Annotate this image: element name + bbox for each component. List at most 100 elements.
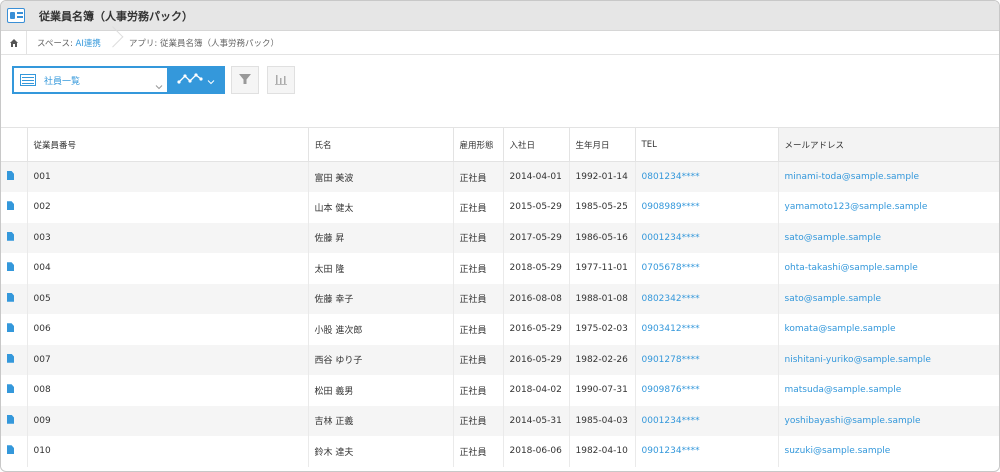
cell-name: 佐藤 幸子 bbox=[308, 283, 454, 314]
view-selector[interactable]: 社員一覧 bbox=[12, 66, 169, 94]
cell-joined: 2016-08-08 bbox=[503, 283, 570, 314]
cell-id: 005 bbox=[27, 283, 309, 314]
cell-email[interactable]: suzuki@sample.sample bbox=[778, 436, 999, 467]
record-detail-cell[interactable] bbox=[1, 222, 28, 253]
cell-tel[interactable]: 0903412**** bbox=[635, 314, 779, 345]
chart-button[interactable] bbox=[267, 66, 295, 94]
chevron-down-icon bbox=[155, 76, 163, 90]
cell-tel[interactable]: 0001234**** bbox=[635, 405, 779, 436]
cell-id: 009 bbox=[27, 405, 309, 436]
table-row[interactable]: 004 太田 隆正社員 2018-05-29 1977-11-01 0705678***… bbox=[1, 253, 999, 284]
document-icon[interactable] bbox=[7, 414, 14, 424]
column-header[interactable]: TEL bbox=[635, 127, 779, 162]
cell-joined: 2014-04-01 bbox=[503, 161, 570, 192]
column-header[interactable]: メールアドレス bbox=[778, 127, 999, 162]
cell-birth: 1988-01-08 bbox=[569, 283, 636, 314]
record-detail-cell[interactable] bbox=[1, 314, 28, 345]
document-icon[interactable] bbox=[7, 323, 14, 333]
cell-email[interactable]: ohta-takashi@sample.sample bbox=[778, 253, 999, 284]
cell-name: 鈴木 達夫 bbox=[308, 436, 454, 467]
cell-name: 太田 隆 bbox=[308, 253, 454, 284]
cell-email[interactable]: sato@sample.sample bbox=[778, 283, 999, 314]
cell-joined: 2018-04-02 bbox=[503, 375, 570, 406]
cell-tel[interactable]: 0001234**** bbox=[635, 222, 779, 253]
cell-id: 002 bbox=[27, 192, 309, 223]
cell-type: 正社員 bbox=[453, 283, 504, 314]
table-row[interactable]: 005 佐藤 幸子 正社員 2016-08-08 1988-01-08 0802342**… bbox=[1, 283, 999, 314]
document-icon[interactable] bbox=[7, 171, 14, 180]
table-row[interactable]: 002 山本 健太 正社員 2015-05-29 1985-05-25 0908989**… bbox=[1, 192, 999, 223]
cell-name: 松田 義男 bbox=[308, 375, 454, 406]
column-header[interactable]: 氏名 bbox=[308, 127, 454, 162]
column-header[interactable]: 従業員番号 bbox=[27, 127, 309, 162]
record-detail-cell[interactable] bbox=[1, 192, 28, 223]
table-header-row: 従業員番号 氏名 雇用形態 入社日 生年月日 TEL メールアドレス bbox=[1, 127, 999, 162]
bar-chart-icon bbox=[274, 71, 288, 90]
cell-name: 吉林 正義 bbox=[308, 405, 454, 436]
line-graph-icon bbox=[177, 71, 203, 90]
cell-tel[interactable]: 0901278**** bbox=[635, 344, 779, 375]
document-icon[interactable] bbox=[7, 262, 14, 272]
document-icon[interactable] bbox=[7, 445, 14, 455]
cell-joined: 2016-05-29 bbox=[503, 314, 570, 345]
cell-type: 正社員 bbox=[453, 192, 504, 223]
table-row[interactable]: 006 小股 進次郎 正社員 2016-05-29 1975-02-03 0903412*… bbox=[1, 314, 999, 345]
cell-name: 小股 進次郎 bbox=[308, 314, 454, 345]
document-icon[interactable] bbox=[7, 353, 14, 363]
cell-tel[interactable]: 0705678**** bbox=[635, 253, 779, 284]
cell-tel[interactable]: 0801234**** bbox=[635, 161, 779, 192]
filter-button[interactable] bbox=[231, 66, 259, 94]
graph-view-button[interactable] bbox=[167, 66, 225, 94]
table-row[interactable]: 007 西谷 ゆり子 正社員 2016-05-29 1982-02-26 0901278*… bbox=[1, 344, 999, 375]
cell-tel[interactable]: 0901234**** bbox=[635, 436, 779, 467]
cell-id: 006 bbox=[27, 314, 309, 345]
app-header: 従業員名簿（人事労務パック） bbox=[1, 1, 999, 31]
cell-id: 003 bbox=[27, 222, 309, 253]
cell-email[interactable]: matsuda@sample.sample bbox=[778, 375, 999, 406]
record-detail-cell[interactable] bbox=[1, 253, 28, 284]
cell-type: 正社員 bbox=[453, 222, 504, 253]
cell-id: 004 bbox=[27, 253, 309, 284]
record-detail-cell[interactable] bbox=[1, 283, 28, 314]
home-icon[interactable] bbox=[1, 30, 27, 55]
table-row[interactable]: 010 鈴木 達夫 正社員 2018-06-06 1982-04-10 0901234**… bbox=[1, 436, 999, 467]
cell-email[interactable]: komata@sample.sample bbox=[778, 314, 999, 345]
document-icon[interactable] bbox=[7, 231, 14, 241]
document-icon[interactable] bbox=[7, 384, 14, 394]
cell-email[interactable]: yoshibayashi@sample.sample bbox=[778, 405, 999, 436]
table-row[interactable]: 003 佐藤 昇正社員 2017-05-29 1986-05-16 0001234***… bbox=[1, 222, 999, 253]
breadcrumb-app[interactable]: アプリ: 従業員名簿（人事労務パック） bbox=[119, 37, 289, 49]
cell-email[interactable]: sato@sample.sample bbox=[778, 222, 999, 253]
cell-tel[interactable]: 0802342**** bbox=[635, 283, 779, 314]
table-row[interactable]: 001 富田 美波 正社員 2014-04-01 1992-01-14 0801234**… bbox=[1, 161, 999, 192]
table-row[interactable]: 008 松田 義男 正社員 2018-04-02 1990-07-31 0909876**… bbox=[1, 375, 999, 406]
filter-icon bbox=[238, 71, 252, 90]
column-header[interactable]: 生年月日 bbox=[569, 127, 636, 162]
breadcrumb: スペース: AI連携 アプリ: 従業員名簿（人事労務パック） bbox=[1, 30, 999, 55]
cell-type: 正社員 bbox=[453, 436, 504, 467]
record-detail-cell[interactable] bbox=[1, 375, 28, 406]
cell-email[interactable]: nishitani-yuriko@sample.sample bbox=[778, 344, 999, 375]
cell-email[interactable]: yamamoto123@sample.sample bbox=[778, 192, 999, 223]
app-icon[interactable] bbox=[7, 8, 25, 23]
document-icon[interactable] bbox=[7, 292, 14, 302]
cell-birth: 1985-05-25 bbox=[569, 192, 636, 223]
record-detail-cell[interactable] bbox=[1, 436, 28, 467]
cell-id: 007 bbox=[27, 344, 309, 375]
cell-joined: 2015-05-29 bbox=[503, 192, 570, 223]
record-detail-cell[interactable] bbox=[1, 161, 28, 192]
app-window: 従業員名簿（人事労務パック） スペース: AI連携 アプリ: 従業員名簿（人事労… bbox=[0, 0, 1000, 472]
record-detail-cell[interactable] bbox=[1, 405, 28, 436]
column-header[interactable]: 雇用形態 bbox=[453, 127, 504, 162]
cell-tel[interactable]: 0908989**** bbox=[635, 192, 779, 223]
cell-name: 山本 健太 bbox=[308, 192, 454, 223]
breadcrumb-space-link[interactable]: AI連携 bbox=[76, 39, 101, 49]
cell-birth: 1986-05-16 bbox=[569, 222, 636, 253]
cell-tel[interactable]: 0909876**** bbox=[635, 375, 779, 406]
cell-birth: 1990-07-31 bbox=[569, 375, 636, 406]
document-icon[interactable] bbox=[7, 201, 14, 211]
record-detail-cell[interactable] bbox=[1, 344, 28, 375]
table-row[interactable]: 009 吉林 正義 正社員 2014-05-31 1985-04-03 0001234**… bbox=[1, 405, 999, 436]
column-header[interactable]: 入社日 bbox=[503, 127, 570, 162]
cell-email[interactable]: minami-toda@sample.sample bbox=[778, 161, 999, 192]
